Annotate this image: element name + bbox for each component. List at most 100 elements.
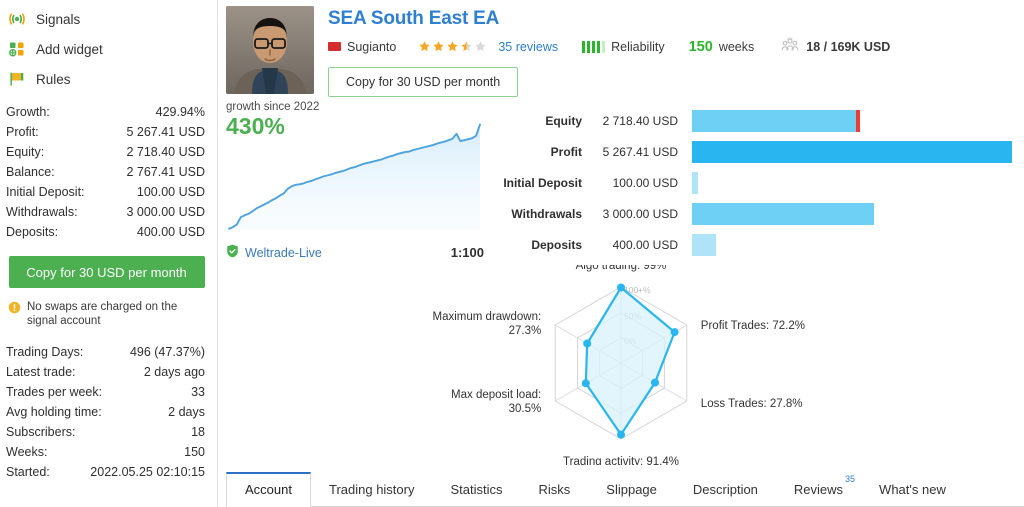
svg-text:Max deposit load:: Max deposit load: [451, 389, 541, 401]
sidebar-item-label: Signals [36, 11, 81, 27]
svg-text:27.3%: 27.3% [509, 325, 542, 337]
tab-slippage[interactable]: Slippage [588, 474, 675, 506]
svg-text:Maximum drawdown:: Maximum drawdown: [433, 311, 542, 323]
secondary-stats-list: Trading Days: 496 (47.37%) Latest trade:… [4, 342, 209, 482]
stat-row: Initial Deposit: 100.00 USD [4, 182, 209, 202]
balance-marker [856, 109, 861, 132]
signal-header: SEA South East EA Sugianto 35 reviews Re… [218, 0, 1024, 97]
tab-reviews[interactable]: Reviews 35 [776, 474, 861, 506]
tab-bar: Account Trading history Statistics Risks… [226, 471, 1024, 507]
bar-track [692, 140, 1012, 163]
star-half-icon [460, 40, 473, 53]
leverage-value: 1:100 [450, 245, 484, 260]
tab-label: Description [692, 482, 758, 497]
add-widget-icon [8, 40, 26, 58]
stat-label: Latest trade: [6, 365, 76, 379]
stat-value: 18 [191, 425, 205, 439]
star-empty-icon [474, 40, 487, 53]
bar-fill [692, 202, 875, 225]
bar-track [692, 233, 1012, 256]
bar-label: Withdrawals [511, 206, 582, 221]
reviews-link[interactable]: 35 reviews [498, 40, 558, 54]
growth-caption: growth since 2022 [226, 101, 320, 113]
sidebar-copy-subscribe-button[interactable]: Copy for 30 USD per month [8, 256, 205, 288]
stat-value: 150 [184, 445, 205, 459]
flag-icon [328, 42, 341, 51]
broker-name[interactable]: Weltrade-Live [245, 246, 322, 260]
reliability-bars-icon [582, 40, 606, 53]
author-block[interactable]: Sugianto [328, 40, 396, 54]
stat-row: Equity: 2 718.40 USD [4, 142, 209, 162]
bar-value: 5 267.41 USD [602, 144, 678, 159]
bar-row: Initial Deposit 100.00 USD [500, 167, 1012, 198]
tab-risks[interactable]: Risks [521, 474, 589, 506]
copy-subscribe-button[interactable]: Copy for 30 USD per month [328, 67, 519, 97]
stat-label: Initial Deposit: [6, 185, 85, 199]
main-content: SEA South East EA Sugianto 35 reviews Re… [218, 0, 1024, 507]
star-icon [418, 40, 431, 53]
bar-row: Equity 2 718.40 USD [500, 105, 1012, 136]
stat-label: Deposits: [6, 225, 59, 239]
stat-label: Balance: [6, 165, 55, 179]
author-name[interactable]: Sugianto [347, 40, 396, 54]
tab-whats-new[interactable]: What's new [861, 474, 964, 506]
weeks-block: 150 weeks [689, 39, 755, 55]
stat-value: 2 767.41 USD [126, 165, 205, 179]
signal-meta-row: Sugianto 35 reviews Reliability 150 week… [328, 36, 1024, 56]
subscribers-block: 18 / 169K USD [780, 36, 890, 56]
tab-label: Reviews [793, 482, 844, 497]
tab-label: Trading history [328, 482, 415, 497]
tab-trading-history[interactable]: Trading history [311, 474, 433, 506]
avatar[interactable] [226, 6, 314, 94]
broker-block[interactable]: Weltrade-Live [226, 244, 322, 261]
weeks-label: weeks [718, 39, 755, 54]
bar-label: Initial Deposit [503, 175, 582, 190]
svg-text:Loss Trades: 27.8%: Loss Trades: 27.8% [701, 398, 803, 410]
bar-track [692, 171, 1012, 194]
signal-quality-radar-chart[interactable]: 100+%50%0%Algo trading: 99%Profit Trades… [386, 265, 856, 465]
balance-bar-chart: Equity 2 718.40 USD Profit 5 267.41 USD … [500, 101, 1024, 261]
rating-block: 35 reviews [418, 40, 558, 54]
bar-value: 3 000.00 USD [602, 206, 678, 221]
sidebar-item-rules[interactable]: Rules [4, 64, 209, 94]
reliability-bar-empty [602, 40, 606, 53]
reliability-label: Reliability [611, 39, 665, 54]
tab-statistics[interactable]: Statistics [432, 474, 520, 506]
bar-fill [692, 171, 699, 194]
stat-row: Deposits: 400.00 USD [4, 222, 209, 242]
stat-row: Trades per week: 33 [4, 382, 209, 402]
stat-label: Trading Days: [6, 345, 84, 359]
bar-label: Deposits [531, 237, 582, 252]
bar-label: Equity [545, 113, 582, 128]
tab-account[interactable]: Account [226, 472, 311, 507]
stat-value: 496 (47.37%) [129, 345, 205, 359]
swap-notice: No swaps are charged on the signal accou… [8, 300, 205, 328]
sidebar-item-signals[interactable]: Signals [4, 4, 209, 34]
bar-fill [692, 233, 717, 256]
tab-label: What's new [879, 482, 946, 497]
bar-value: 100.00 USD [612, 175, 678, 190]
stat-row: Profit: 5 267.41 USD [4, 122, 209, 142]
growth-sparkline-chart[interactable] [226, 113, 500, 238]
tab-description[interactable]: Description [675, 474, 776, 506]
stat-label: Started: [6, 465, 50, 479]
verified-shield-icon [226, 244, 239, 261]
tab-badge: 35 [845, 474, 856, 484]
sidebar-item-add-widget[interactable]: Add widget [4, 34, 209, 64]
stat-label: Trades per week: [6, 385, 103, 399]
sidebar-item-label: Rules [36, 71, 71, 87]
signal-page: Signals Add widget Rules Growth: 429.94%… [0, 0, 1024, 507]
page-title[interactable]: SEA South East EA [328, 8, 1024, 30]
bar-value: 2 718.40 USD [602, 113, 678, 128]
stat-value: 100.00 USD [136, 185, 205, 199]
sidebar-item-label: Add widget [36, 41, 103, 57]
stat-row: Latest trade: 2 days ago [4, 362, 209, 382]
svg-text:Trading activity: 91.4%: Trading activity: 91.4% [563, 456, 679, 465]
stat-label: Withdrawals: [6, 205, 78, 219]
stat-value: 33 [191, 385, 205, 399]
stat-label: Weeks: [6, 445, 48, 459]
star-icon [446, 40, 459, 53]
bar-track [692, 109, 1012, 132]
tab-label: Account [245, 482, 292, 497]
stat-row: Withdrawals: 3 000.00 USD [4, 202, 209, 222]
